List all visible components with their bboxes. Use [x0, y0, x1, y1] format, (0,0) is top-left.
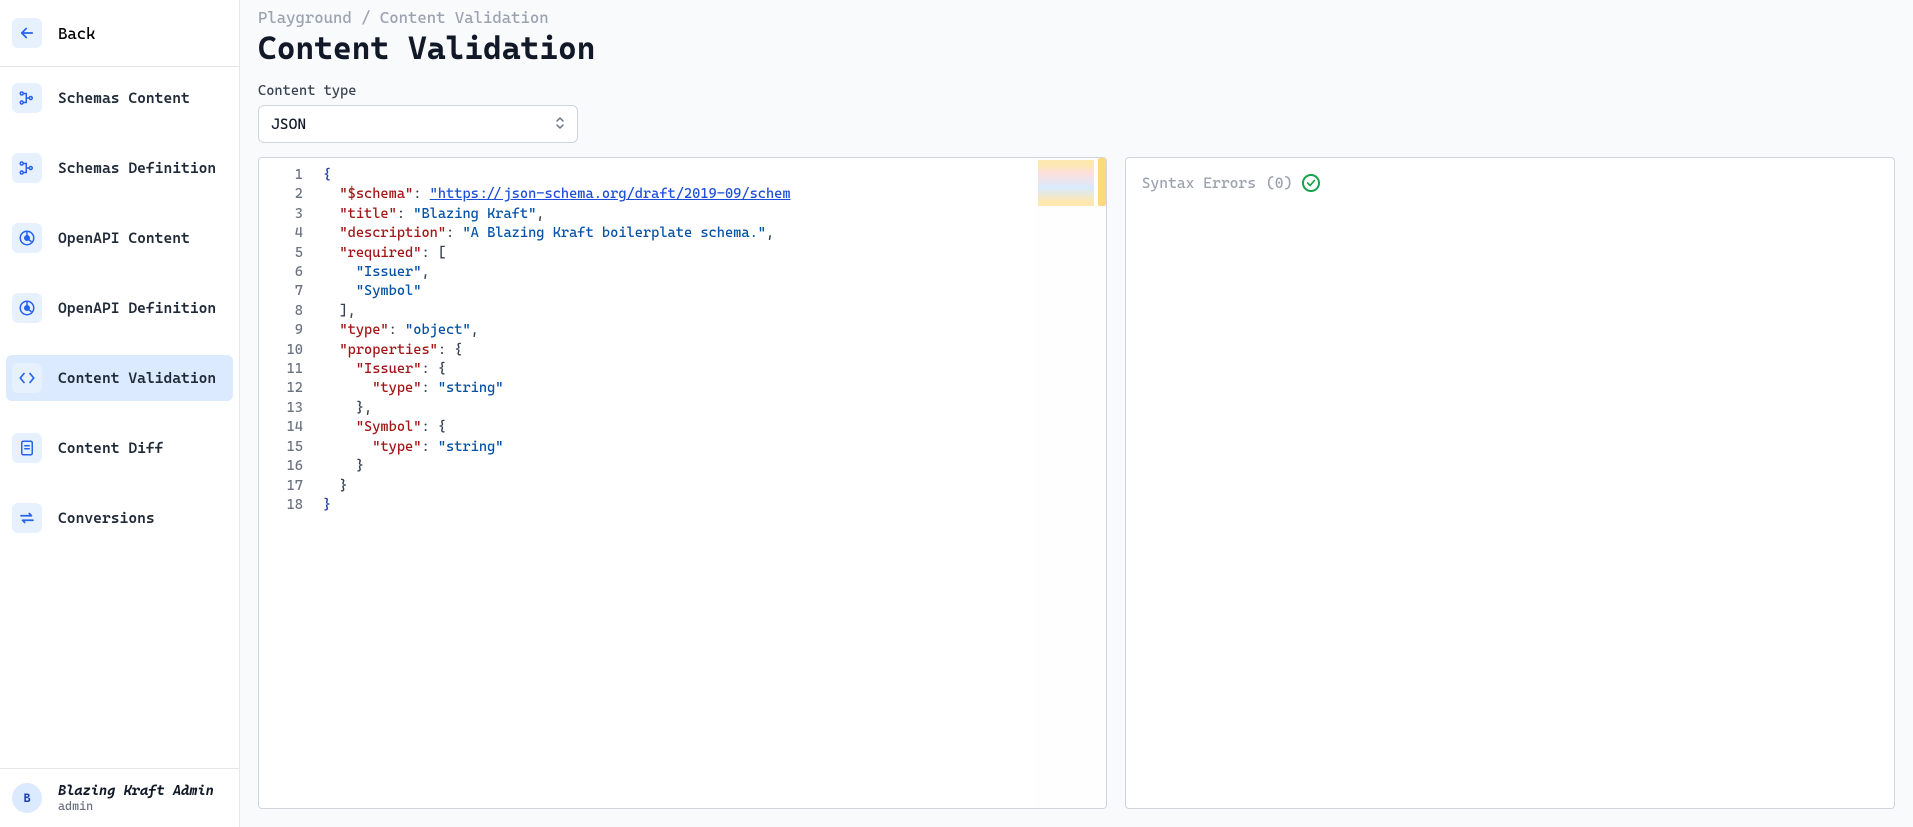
line-gutter: 123456789101112131415161718: [259, 158, 315, 808]
openapi-icon: [12, 223, 42, 253]
back-button[interactable]: Back: [0, 0, 239, 67]
minimap[interactable]: [1034, 158, 1106, 808]
main-content: Playground / Content Validation Content …: [240, 0, 1913, 827]
errors-header: Syntax Errors (0): [1142, 174, 1878, 192]
sidebar: Back Schemas Content Schemas Definition Op…: [0, 0, 240, 827]
diff-icon: [12, 433, 42, 463]
sidebar-item-content-diff[interactable]: Content Diff: [6, 425, 233, 471]
schema-icon: [12, 83, 42, 113]
sidebar-item-label: Conversions: [58, 509, 155, 527]
user-role: admin: [58, 799, 214, 813]
user-meta: Blazing Kraft Admin admin: [58, 783, 214, 813]
sidebar-item-label: Schemas Definition: [58, 159, 216, 177]
chevron-updown-icon: [555, 116, 565, 132]
errors-label: Syntax Errors: [1142, 174, 1256, 192]
check-circle-icon: [1302, 174, 1320, 192]
code-editor[interactable]: { "$schema": "https://json-schema.org/dr…: [315, 158, 1034, 808]
breadcrumb-parent[interactable]: Playground: [258, 8, 352, 27]
breadcrumb-separator: /: [361, 8, 370, 27]
sidebar-item-openapi-content[interactable]: OpenAPI Content: [6, 215, 233, 261]
content-type-value: JSON: [271, 115, 306, 133]
back-label: Back: [58, 24, 96, 43]
errors-count: (0): [1266, 174, 1292, 192]
sidebar-item-content-validation[interactable]: Content Validation: [6, 355, 233, 401]
sidebar-item-schemas-definition[interactable]: Schemas Definition: [6, 145, 233, 191]
schema-icon: [12, 153, 42, 183]
content-type-select[interactable]: JSON: [258, 105, 578, 143]
errors-pane: Syntax Errors (0): [1125, 157, 1895, 809]
panes: 123456789101112131415161718 { "$schema":…: [258, 157, 1895, 809]
user-footer[interactable]: B Blazing Kraft Admin admin: [0, 768, 239, 827]
breadcrumb-current: Content Validation: [380, 8, 549, 27]
sidebar-item-conversions[interactable]: Conversions: [6, 495, 233, 541]
sidebar-item-openapi-definition[interactable]: OpenAPI Definition: [6, 285, 233, 331]
sidebar-item-label: OpenAPI Definition: [58, 299, 216, 317]
user-name: Blazing Kraft Admin: [58, 783, 214, 799]
avatar: B: [12, 783, 42, 813]
conversions-icon: [12, 503, 42, 533]
openapi-icon: [12, 293, 42, 323]
nav-list: Schemas Content Schemas Definition OpenAPI…: [0, 67, 239, 768]
page-title: Content Validation: [258, 29, 1895, 67]
breadcrumb: Playground / Content Validation: [258, 8, 1895, 27]
editor-pane[interactable]: 123456789101112131415161718 { "$schema":…: [258, 157, 1107, 809]
sidebar-item-label: Schemas Content: [58, 89, 190, 107]
content-type-label: Content type: [258, 83, 1895, 99]
sidebar-item-label: Content Diff: [58, 439, 163, 457]
sidebar-item-schemas-content[interactable]: Schemas Content: [6, 75, 233, 121]
code-icon: [12, 363, 42, 393]
minimap-scroll-thumb[interactable]: [1098, 158, 1106, 206]
sidebar-item-label: Content Validation: [58, 369, 216, 387]
sidebar-item-label: OpenAPI Content: [58, 229, 190, 247]
arrow-left-icon: [12, 18, 42, 48]
minimap-content: [1038, 160, 1094, 206]
